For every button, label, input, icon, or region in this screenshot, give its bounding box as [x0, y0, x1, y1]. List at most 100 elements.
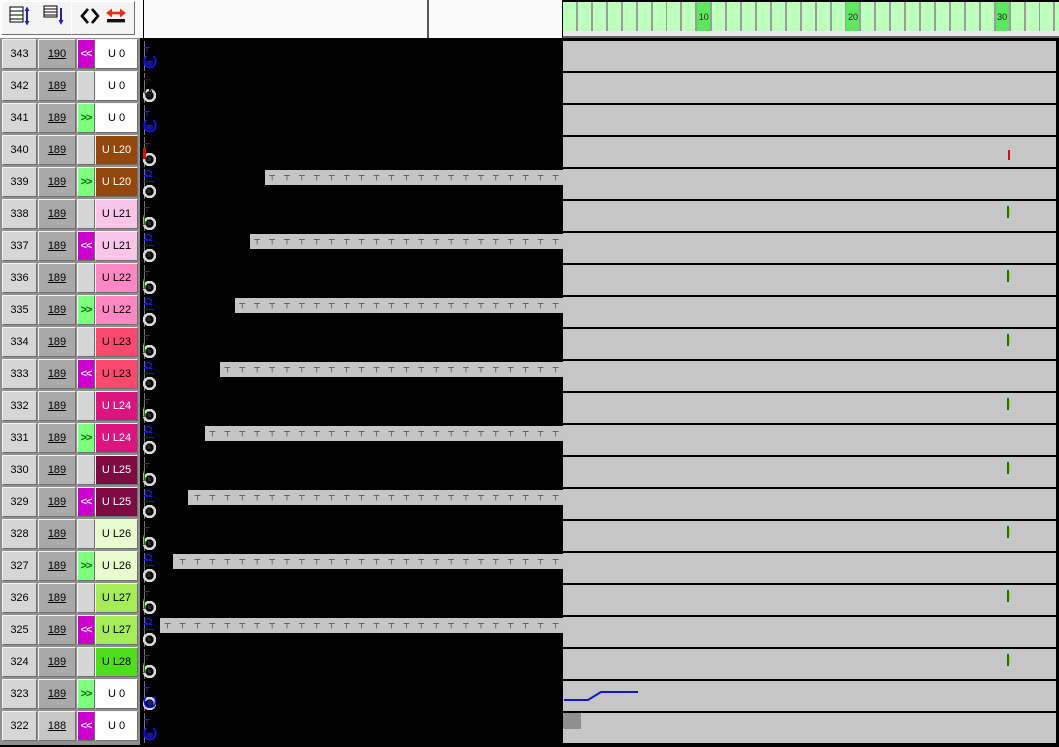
row-number[interactable]: 322	[2, 711, 37, 741]
ruler-cell-26[interactable]	[936, 2, 949, 31]
ruler-cell-1[interactable]	[563, 2, 576, 31]
row-number[interactable]: 342	[2, 71, 37, 101]
ruler-cell-6[interactable]	[638, 2, 651, 31]
row-number[interactable]: 324	[2, 647, 37, 677]
yarn-layer-label[interactable]: U L25	[95, 455, 138, 485]
pattern-row-340[interactable]: ┬┬┬┬┬┬┬┬┬┬┬┬┬┬┬┬┬┬┬┬┬┬┬┬┬┬┬┬┬┬┬┬┬┬┬┬┬┬┬┬…	[143, 135, 1059, 167]
carriage-direction-cell[interactable]: <<	[77, 39, 95, 69]
pattern-row-341[interactable]: ┬┬┬┬┬┬┬┬┬┬┬┬┬┬┬┬┬┬┬┬┬┬┬┬┬┬┬┬┬┬┬┬┬┬┬┬┬┬┬┬…	[143, 103, 1059, 135]
ruler-cell-2[interactable]	[578, 2, 591, 31]
yarn-layer-label[interactable]: U L22	[95, 263, 138, 293]
pattern-row-334[interactable]: ┬┬┬┬┬┬┬┬┬┬┬┬┬┬┬┬┬┬┬┬┬┬┬┬┬┬┬┬┬┬┬┬┬┬┬┬┬┬┬	[143, 327, 1059, 359]
yarn-layer-label[interactable]: U L24	[95, 391, 138, 421]
stitch-count-link[interactable]: 189	[38, 455, 76, 485]
yarn-layer-label[interactable]: U L26	[95, 519, 138, 549]
pattern-row-324[interactable]: ┬┬┬┬┬┬┬┬┬┬┬┬┬┬┬┬┬┬┬┬┬┬┬┬┬┬┬┬┬┬┬┬┬┬	[143, 647, 1059, 679]
row-number[interactable]: 325	[2, 615, 37, 645]
ruler-cell-13[interactable]	[742, 2, 755, 31]
yarn-layer-label[interactable]: U L22	[95, 295, 138, 325]
stitch-count-link[interactable]: 189	[38, 135, 76, 165]
carriage-direction-cell[interactable]: <<	[77, 487, 95, 517]
ruler-cell-31[interactable]	[1011, 2, 1024, 31]
yarn-layer-label[interactable]: U L25	[95, 487, 138, 517]
row-number[interactable]: 327	[2, 551, 37, 581]
row-number[interactable]: 337	[2, 231, 37, 261]
ruler-cell-18[interactable]	[817, 2, 830, 31]
stitch-count-link[interactable]: 189	[38, 551, 76, 581]
pattern-row-332[interactable]: ┬┬┬┬┬┬┬┬┬┬┬┬┬┬┬┬┬┬┬┬┬┬┬┬┬┬┬┬┬┬┬┬┬┬┬┬┬┬	[143, 391, 1059, 423]
row-number[interactable]: 330	[2, 455, 37, 485]
yarn-layer-label[interactable]: U L20	[95, 135, 138, 165]
ruler-cell-32[interactable]	[1026, 2, 1039, 31]
stitch-count-link[interactable]: 189	[38, 647, 76, 677]
ruler-cell-24[interactable]	[906, 2, 919, 31]
carriage-direction-cell[interactable]: >>	[77, 551, 95, 581]
row-number[interactable]: 334	[2, 327, 37, 357]
stitch-count-link[interactable]: 189	[38, 295, 76, 325]
pattern-row-336[interactable]: ┬┬┬┬┬┬┬┬┬┬┬┬┬┬┬┬┬┬┬┬┬┬┬┬┬┬┬┬┬┬┬┬┬┬┬┬┬┬┬┬	[143, 263, 1059, 295]
row-number[interactable]: 341	[2, 103, 37, 133]
ruler-cell-8[interactable]	[667, 2, 680, 31]
row-number[interactable]: 336	[2, 263, 37, 293]
ruler-cell-29[interactable]	[981, 2, 994, 31]
pattern-row-329[interactable]: ┬┬┬┬┬┬┬┬┬┬┬┬┬┬┬┬┬┬┬┬┬┬┬┬┬┬┬┬┬┬┬┬┬┬┬┬┬┬┬┬…	[143, 487, 1059, 519]
row-number[interactable]: 340	[2, 135, 37, 165]
ruler-cell-9[interactable]	[682, 2, 695, 31]
angle-brackets-button[interactable]	[76, 5, 104, 31]
ruler-cell-11[interactable]	[712, 2, 725, 31]
carriage-direction-cell[interactable]	[77, 135, 95, 165]
carriage-direction-cell[interactable]: <<	[77, 615, 95, 645]
yarn-layer-label[interactable]: U L26	[95, 551, 138, 581]
ruler-cell-22[interactable]	[876, 2, 889, 31]
stitch-count-link[interactable]: 189	[38, 199, 76, 229]
yarn-layer-label[interactable]: U L23	[95, 359, 138, 389]
stitch-count-link[interactable]: 189	[38, 167, 76, 197]
ruler-cell-28[interactable]	[966, 2, 979, 31]
pattern-row-342[interactable]: ┬┬┬┬┬┬┬┬┬┬┬┬┬┬┬┬┬┬┬┬┬┬┬┬┬┬┬┬┬┬┬┬┬┬┬┬┬┬┬┬…	[143, 71, 1059, 103]
yarn-layer-label[interactable]: U L20	[95, 167, 138, 197]
ruler-cell-27[interactable]	[951, 2, 964, 31]
stitch-count-link[interactable]: 189	[38, 519, 76, 549]
ruler-cell-10[interactable]: 10	[697, 2, 710, 31]
carriage-direction-cell[interactable]	[77, 327, 95, 357]
stretch-horizontal-button[interactable]	[102, 5, 130, 31]
yarn-layer-label[interactable]: U L27	[95, 583, 138, 613]
row-number[interactable]: 323	[2, 679, 37, 709]
pattern-row-323[interactable]: ┬┬┬┬┬┬┬┬┬┬┬┬┬┬┬┬┬┬┬┬┬┬┬┬┬┬┬┬┬┬┬┬┬	[143, 679, 1059, 711]
ruler-cell-16[interactable]	[787, 2, 800, 31]
stitch-count-link[interactable]: 189	[38, 103, 76, 133]
stitch-count-link[interactable]: 190	[38, 39, 76, 69]
stitch-count-link[interactable]: 188	[38, 711, 76, 741]
ruler-cell-19[interactable]	[832, 2, 845, 31]
carriage-direction-cell[interactable]: >>	[77, 167, 95, 197]
carriage-direction-cell[interactable]	[77, 391, 95, 421]
ruler-cell-33[interactable]	[1040, 2, 1053, 31]
row-number[interactable]: 332	[2, 391, 37, 421]
stitch-count-link[interactable]: 189	[38, 679, 76, 709]
ruler-cell-21[interactable]	[861, 2, 874, 31]
carriage-direction-cell[interactable]: <<	[77, 711, 95, 741]
ruler-cell-23[interactable]	[891, 2, 904, 31]
yarn-layer-label[interactable]: U 0	[95, 679, 138, 709]
yarn-layer-label[interactable]: U L27	[95, 615, 138, 645]
stitch-count-link[interactable]: 189	[38, 263, 76, 293]
stitch-count-link[interactable]: 189	[38, 327, 76, 357]
row-number[interactable]: 328	[2, 519, 37, 549]
stitch-count-link[interactable]: 189	[38, 71, 76, 101]
pattern-row-343[interactable]: ┬┬┬┬┬┬┬┬┬┬┬┬┬┬┬┬┬┬┬┬┬┬┬┬┬┬┬┬┬┬┬┬┬┬┬┬┬┬┬┬…	[143, 39, 1059, 71]
pattern-row-337[interactable]: ┬┬┬┬┬┬┬┬┬┬┬┬┬┬┬┬┬┬┬┬┬┬┬┬┬┬┬┬┬┬┬┬┬┬┬┬┬┬┬┬…	[143, 231, 1059, 263]
ruler-cell-25[interactable]	[921, 2, 934, 31]
pattern-row-328[interactable]: ┬┬┬┬┬┬┬┬┬┬┬┬┬┬┬┬┬┬┬┬┬┬┬┬┬┬┬┬┬┬┬┬┬┬┬┬	[143, 519, 1059, 551]
row-number[interactable]: 339	[2, 167, 37, 197]
carriage-direction-cell[interactable]: >>	[77, 103, 95, 133]
ruler-cell-7[interactable]	[653, 2, 666, 31]
carriage-direction-cell[interactable]	[77, 455, 95, 485]
insert-row-button[interactable]	[40, 5, 68, 31]
yarn-layer-label[interactable]: U L21	[95, 199, 138, 229]
yarn-layer-label[interactable]: U L24	[95, 423, 138, 453]
yarn-layer-label[interactable]: U L21	[95, 231, 138, 261]
yarn-layer-label[interactable]: U 0	[95, 711, 138, 741]
yarn-layer-label[interactable]: U 0	[95, 71, 138, 101]
pattern-canvas[interactable]: ┬┬┬┬┬┬┬┬┬┬┬┬┬┬┬┬┬┬┬┬┬┬┬┬┬┬┬┬┬┬┬┬┬┬┬┬┬┬┬┬…	[143, 39, 1059, 745]
row-number[interactable]: 333	[2, 359, 37, 389]
